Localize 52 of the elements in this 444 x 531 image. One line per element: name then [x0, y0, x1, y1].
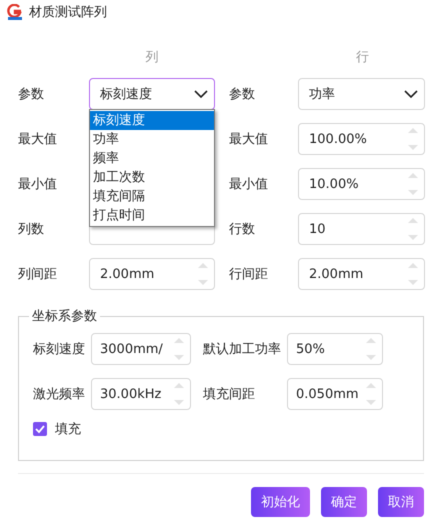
spinner-icon: [408, 128, 418, 150]
number-field[interactable]: 30.00kHz: [91, 378, 191, 410]
spinner-icon: [174, 383, 184, 405]
field-label: 行间距: [229, 266, 269, 283]
spinner-icon: [198, 263, 208, 285]
field-label: 列数: [18, 221, 45, 238]
window-title: 材质测试阵列: [29, 4, 107, 21]
number-field[interactable]: 0.050mm: [287, 378, 383, 410]
app-logo-icon: [7, 4, 23, 20]
column-heading: 行: [356, 49, 369, 66]
dropdown-option[interactable]: 填充间隔: [90, 187, 214, 206]
field-label: 参数: [18, 86, 45, 103]
chevron-down-icon: [404, 90, 418, 98]
field-label: 参数: [229, 86, 256, 103]
spinner-icon: [366, 383, 376, 405]
field-label: 最小值: [229, 176, 269, 193]
spinner-icon: [408, 263, 418, 285]
dialog-button[interactable]: 取消: [378, 487, 424, 517]
field-label: 列间距: [18, 266, 58, 283]
number-field[interactable]: 100.00%: [298, 123, 425, 155]
field-label: 最小值: [18, 176, 58, 193]
dropdown-option[interactable]: 加工次数: [90, 168, 214, 187]
number-field[interactable]: 10.00%: [298, 168, 425, 200]
field-label: 最大值: [229, 131, 269, 148]
field-label: 标刻速度: [33, 341, 85, 358]
field-label: 最大值: [18, 131, 58, 148]
dropdown[interactable]: 标刻速度: [89, 78, 215, 110]
field-label: 激光频率: [33, 386, 85, 403]
dropdown[interactable]: 功率: [298, 78, 425, 110]
field-label: 填充间距: [202, 386, 256, 403]
dropdown-option[interactable]: 标刻速度: [90, 111, 214, 130]
checkbox[interactable]: [33, 422, 47, 436]
dialog-button[interactable]: 初始化: [251, 487, 310, 517]
dropdown-option[interactable]: 功率: [90, 130, 214, 149]
field-label: 默认加工功率: [202, 341, 281, 358]
number-field[interactable]: 50%: [287, 333, 383, 365]
field-label: 行数: [229, 221, 256, 238]
spinner-icon: [366, 338, 376, 360]
number-field[interactable]: 2.00mm: [298, 258, 425, 290]
number-field[interactable]: 2.00mm: [89, 258, 215, 290]
dropdown-option[interactable]: 打点时间: [90, 206, 214, 225]
dropdown-option[interactable]: 频率: [90, 149, 214, 168]
group-title: 坐标系参数: [29, 307, 100, 325]
checkbox-label: 填充: [55, 421, 81, 438]
dialog-button[interactable]: 确定: [321, 487, 367, 517]
column-heading: 列: [146, 49, 158, 66]
number-field[interactable]: 3000mm/: [91, 333, 191, 365]
spinner-icon: [174, 338, 184, 360]
number-field[interactable]: 10: [298, 213, 425, 245]
spinner-icon: [408, 173, 418, 195]
chevron-down-icon: [194, 90, 208, 98]
spinner-icon: [408, 218, 418, 240]
